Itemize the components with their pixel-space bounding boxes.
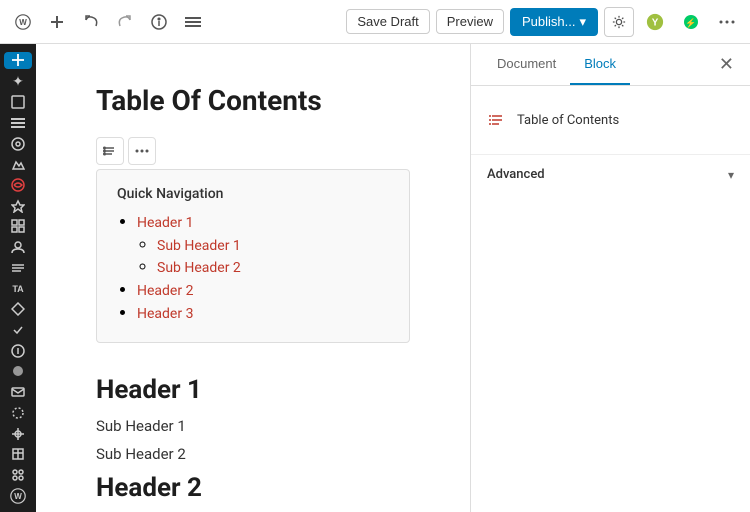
- sidebar-btn-9[interactable]: [4, 218, 32, 235]
- sidebar-btn-7[interactable]: [4, 177, 32, 194]
- right-sidebar: Document Block ✕ Table of Contents: [470, 44, 750, 512]
- rs-body: Table of Contents: [471, 86, 750, 154]
- wp-logo-button[interactable]: W: [8, 7, 38, 37]
- sidebar-ta-button[interactable]: TA: [4, 280, 32, 297]
- preview-button[interactable]: Preview: [436, 9, 504, 34]
- svg-text:⚡: ⚡: [685, 17, 696, 29]
- content-subheader-1: Sub Header 1: [96, 417, 410, 435]
- rs-block-item-toc: Table of Contents: [487, 102, 734, 138]
- rs-tabs: Document Block: [483, 44, 630, 85]
- sidebar-btn-4[interactable]: [4, 114, 32, 131]
- sidebar-btn-15[interactable]: [4, 363, 32, 380]
- sidebar-btn-8[interactable]: [4, 197, 32, 214]
- toc-link-subheader2[interactable]: Sub Header 2: [157, 260, 241, 276]
- toc-more-options-button[interactable]: [128, 137, 156, 165]
- svg-text:Y: Y: [652, 17, 659, 28]
- main-layout: ✦ TA: [0, 44, 750, 512]
- toc-link-header2[interactable]: Header 2: [137, 283, 193, 299]
- page-title[interactable]: Table Of Contents: [96, 84, 410, 117]
- rs-block-label: Table of Contents: [517, 113, 619, 128]
- svg-text:W: W: [19, 18, 27, 27]
- toolbar-right: Save Draft Preview Publish... ▾ Y ⚡: [346, 7, 742, 37]
- sidebar-btn-17[interactable]: [4, 425, 32, 442]
- sidebar-btn-13[interactable]: [4, 322, 32, 339]
- toc-block-icon: [487, 110, 507, 130]
- toc-link-header3[interactable]: Header 3: [137, 306, 193, 322]
- sidebar-btn-12[interactable]: [4, 301, 32, 318]
- sidebar-btn-2[interactable]: ✦: [4, 73, 32, 90]
- toc-block-toolbar: [96, 137, 410, 165]
- toolbar-left: W: [8, 7, 208, 37]
- chevron-down-icon: ▾: [728, 168, 734, 182]
- left-sidebar: ✦ TA: [0, 44, 36, 512]
- info-button[interactable]: [144, 7, 174, 37]
- sidebar-block-inserter[interactable]: [4, 52, 32, 69]
- editor-area: Table Of Contents Quick Navigation Heade…: [36, 44, 470, 512]
- toc-sublist: Sub Header 1 Sub Header 2: [137, 235, 389, 276]
- toc-link-subheader1[interactable]: Sub Header 1: [157, 238, 241, 254]
- top-bar: W Save Draft Preview Publish... ▾ Y: [0, 0, 750, 44]
- svg-text:W: W: [14, 492, 22, 501]
- sidebar-btn-19[interactable]: [4, 467, 32, 484]
- sidebar-btn-14[interactable]: [4, 342, 32, 359]
- sidebar-wp-bottom[interactable]: W: [4, 487, 32, 504]
- content-heading-1: Header 1: [96, 375, 410, 405]
- sidebar-btn-5[interactable]: [4, 135, 32, 152]
- tab-document[interactable]: Document: [483, 44, 570, 85]
- sidebar-btn-16[interactable]: [4, 405, 32, 422]
- sidebar-email-button[interactable]: [4, 384, 32, 401]
- publish-button[interactable]: Publish... ▾: [510, 8, 598, 36]
- menu-button[interactable]: [178, 7, 208, 37]
- tab-block[interactable]: Block: [570, 44, 630, 85]
- save-draft-button[interactable]: Save Draft: [346, 9, 429, 34]
- list-item: Header 3: [137, 303, 389, 322]
- content-subheader-2: Sub Header 2: [96, 445, 410, 463]
- list-item: Header 2: [137, 280, 389, 299]
- performance-button[interactable]: ⚡: [676, 7, 706, 37]
- content-heading-2: Header 2: [96, 473, 410, 503]
- more-options-button[interactable]: [712, 7, 742, 37]
- list-item: Sub Header 1: [157, 235, 389, 254]
- right-sidebar-header: Document Block ✕: [471, 44, 750, 86]
- sidebar-btn-3[interactable]: [4, 94, 32, 111]
- toc-title: Quick Navigation: [117, 186, 389, 202]
- redo-button[interactable]: [110, 7, 140, 37]
- close-sidebar-button[interactable]: ✕: [715, 50, 738, 79]
- sidebar-btn-18[interactable]: [4, 446, 32, 463]
- undo-button[interactable]: [76, 7, 106, 37]
- sidebar-btn-10[interactable]: [4, 239, 32, 256]
- advanced-row[interactable]: Advanced ▾: [471, 154, 750, 194]
- toc-list-icon-button[interactable]: [96, 137, 124, 165]
- list-item: Sub Header 2: [157, 257, 389, 276]
- sidebar-btn-6[interactable]: [4, 156, 32, 173]
- settings-gear-button[interactable]: [604, 7, 634, 37]
- advanced-label: Advanced: [487, 167, 545, 182]
- list-item: Header 1 Sub Header 1 Sub Header 2: [137, 212, 389, 276]
- yoast-button[interactable]: Y: [640, 7, 670, 37]
- add-block-button[interactable]: [42, 7, 72, 37]
- toc-link-header1[interactable]: Header 1: [137, 215, 193, 231]
- sidebar-btn-11[interactable]: [4, 259, 32, 276]
- toc-list: Header 1 Sub Header 1 Sub Header 2 Heade…: [117, 212, 389, 322]
- toc-box: Quick Navigation Header 1 Sub Header 1 S…: [96, 169, 410, 343]
